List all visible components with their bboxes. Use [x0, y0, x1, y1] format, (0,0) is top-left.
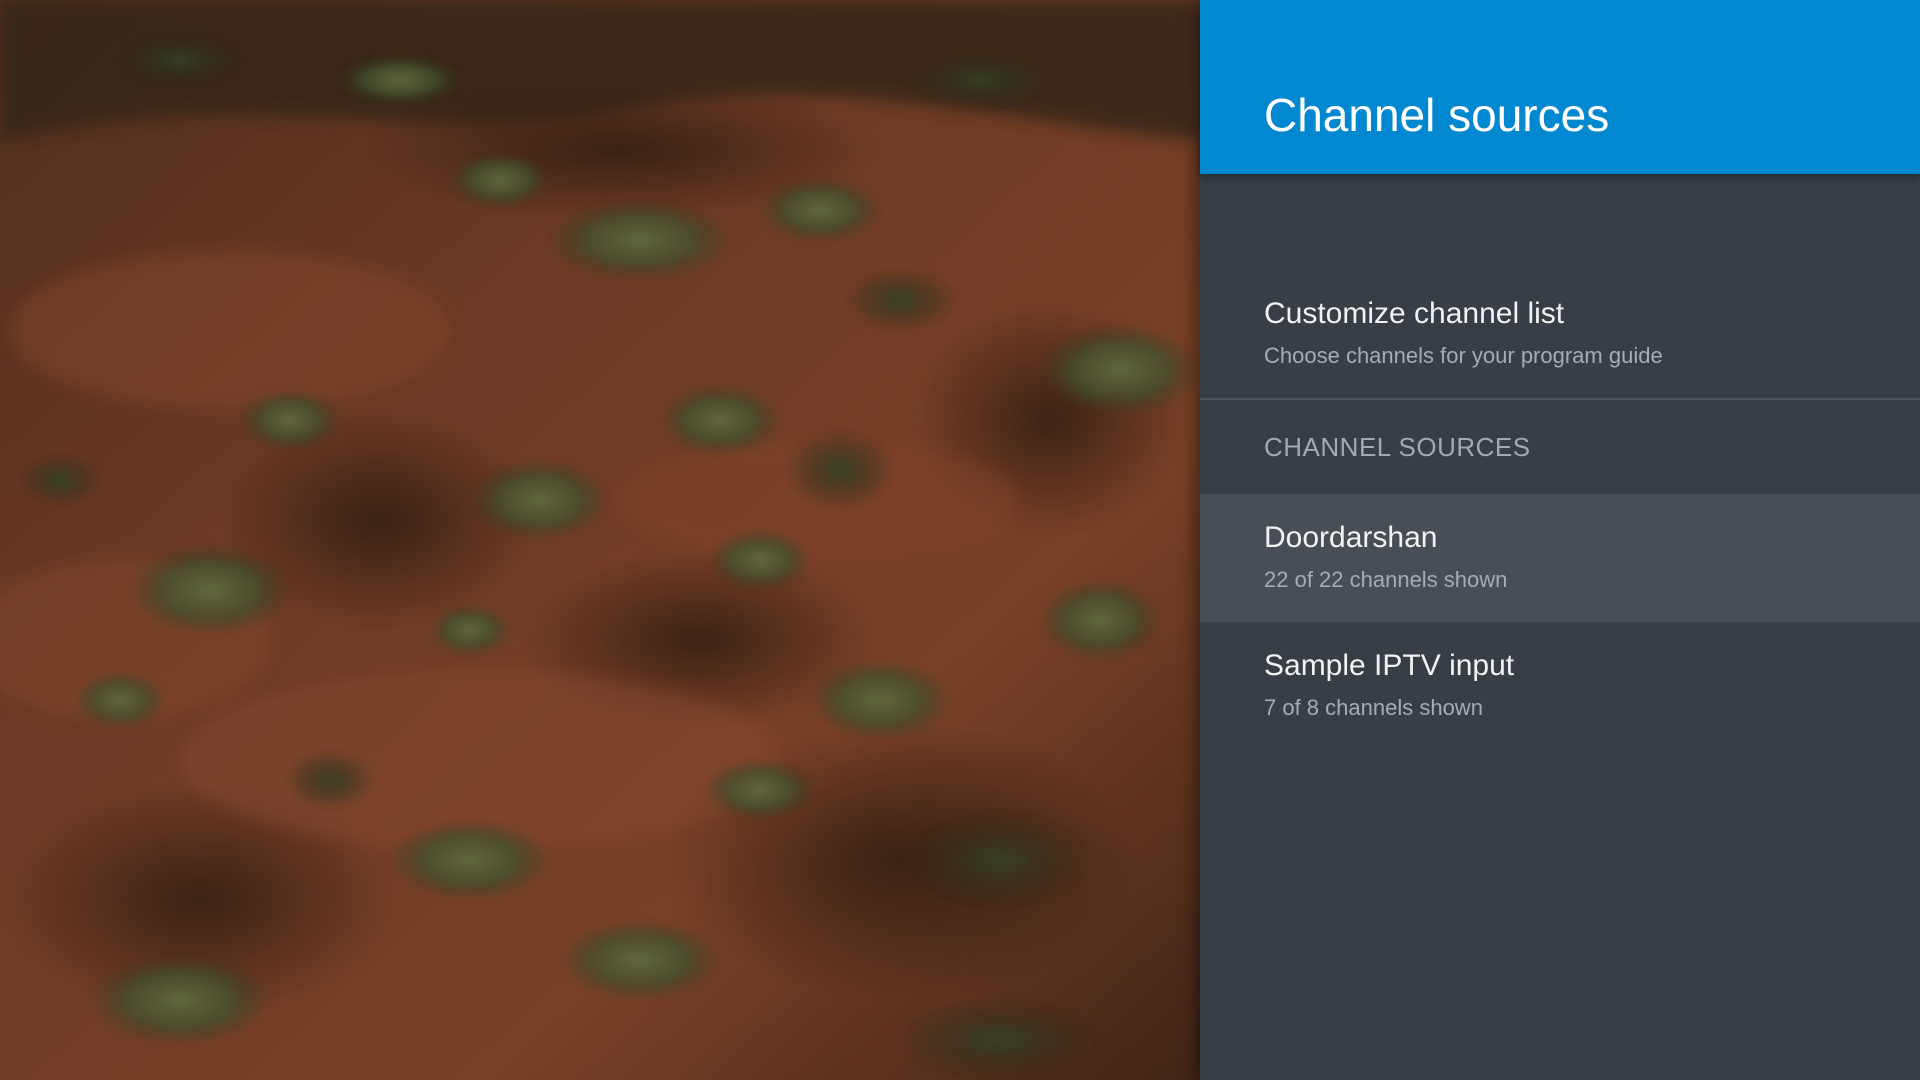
settings-panel: Channel sources Customize channel list C…: [1200, 0, 1920, 1080]
source-title: Sample IPTV input: [1264, 649, 1515, 682]
source-item-doordarshan[interactable]: Doordarshan 22 of 22 channels shown: [1200, 494, 1920, 622]
panel-header: Channel sources: [1200, 0, 1920, 174]
source-subtitle: 22 of 22 channels shown: [1264, 567, 1508, 592]
source-subtitle: 7 of 8 channels shown: [1264, 695, 1483, 720]
desert-scene-image: [0, 0, 1200, 1080]
customize-channel-list-item[interactable]: Customize channel list Choose channels f…: [1200, 280, 1920, 398]
source-title: Doordarshan: [1264, 521, 1438, 554]
section-divider: [1200, 398, 1920, 400]
customize-channel-list-subtitle: Choose channels for your program guide: [1264, 343, 1663, 368]
channel-sources-section-header: CHANNEL SOURCES: [1264, 432, 1531, 462]
panel-title: Channel sources: [1264, 89, 1610, 141]
customize-channel-list-title: Customize channel list: [1264, 297, 1565, 330]
live-tv-video: [0, 0, 1200, 1080]
tv-screen: Channel sources Customize channel list C…: [0, 0, 1920, 1080]
source-item-sample-iptv-input[interactable]: Sample IPTV input 7 of 8 channels shown: [1200, 622, 1920, 750]
